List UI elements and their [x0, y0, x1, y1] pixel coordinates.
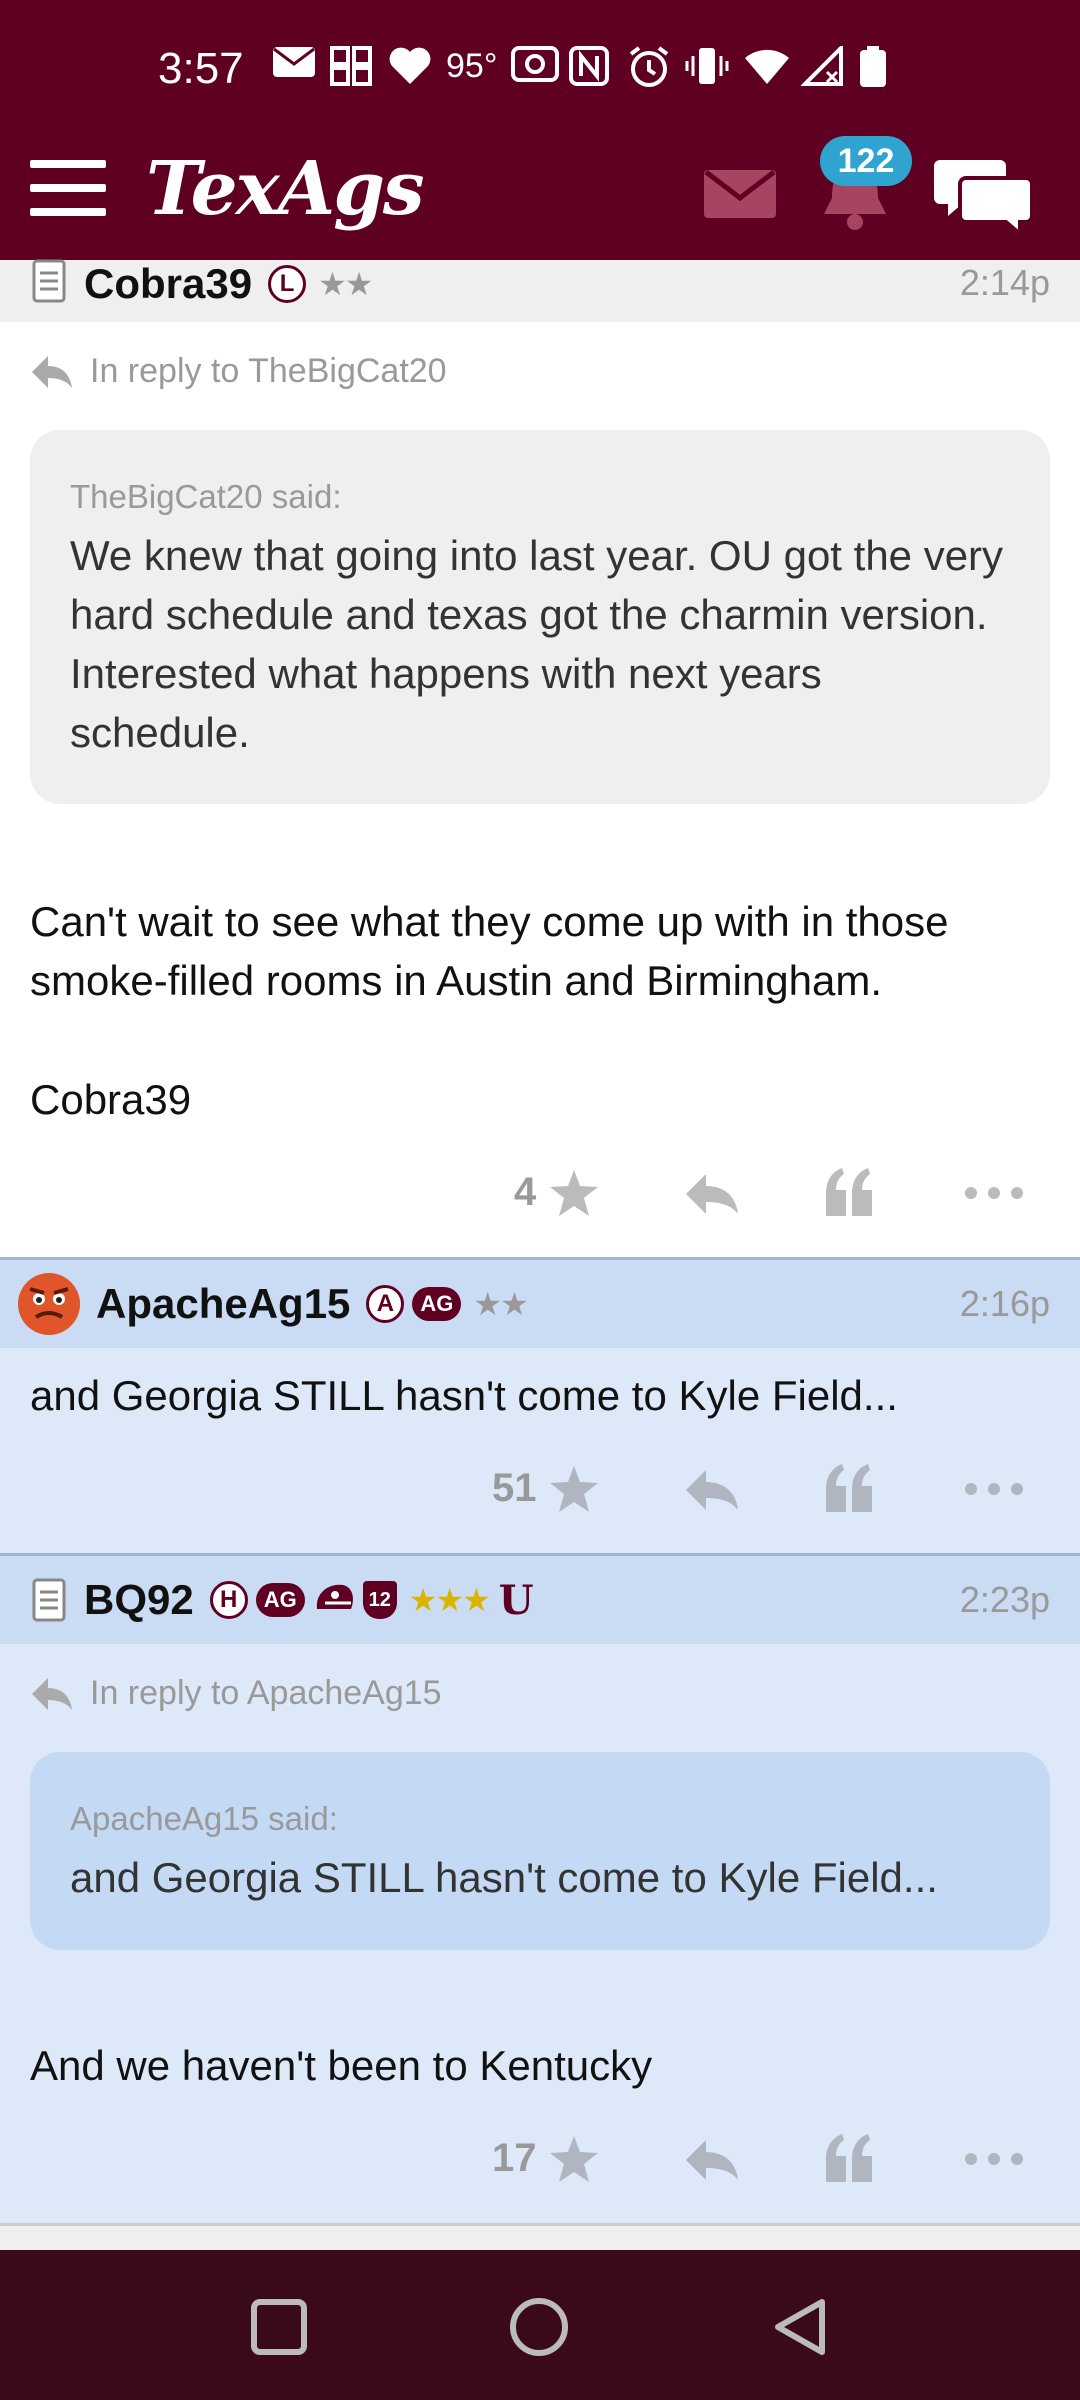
reply-reference[interactable]: In reply to ApacheAg15	[30, 1674, 442, 1713]
notification-count-badge: 122	[820, 136, 912, 186]
vote-count: 4	[514, 1170, 537, 1214]
quote-box: ApacheAg15 said: and Georgia STILL hasn'…	[30, 1752, 1050, 1950]
reply-to-label: In reply to ApacheAg15	[90, 1674, 442, 1712]
next-post-header	[0, 2223, 1080, 2250]
app-header: TexAgs 122	[0, 136, 1080, 260]
quote-box: TheBigCat20 said: We knew that going int…	[30, 430, 1050, 804]
forums-button[interactable]	[934, 150, 1034, 240]
ag-badge: AG	[255, 1583, 305, 1617]
post-header: ApacheAg15 A AG ★★ 2:16p	[0, 1260, 1080, 1348]
post-signature: Cobra39	[30, 1076, 192, 1123]
avatar[interactable]	[16, 1271, 82, 1337]
reply-to-label: In reply to TheBigCat20	[90, 352, 447, 390]
status-time: 3:57	[158, 44, 244, 93]
temperature: 95°	[446, 46, 498, 85]
menu-button[interactable]	[30, 160, 106, 220]
more-options-icon[interactable]	[964, 2152, 1024, 2166]
reply-icon[interactable]	[684, 1468, 740, 1512]
star-vote-icon[interactable]	[548, 1168, 600, 1218]
grid-icon	[330, 46, 374, 86]
username[interactable]: BQ92	[84, 1576, 194, 1624]
reply-icon[interactable]	[684, 2138, 740, 2182]
more-options-icon[interactable]	[964, 1186, 1024, 1200]
quote-icon[interactable]	[824, 2132, 874, 2184]
quote-icon[interactable]	[824, 1462, 874, 1514]
quote-text: We knew that going into last year. OU go…	[70, 532, 1004, 756]
battery-icon	[859, 46, 903, 87]
status-icons: 95°	[272, 43, 903, 87]
ag-badge: AG	[412, 1287, 462, 1321]
post-actions: 17	[0, 2114, 1080, 2204]
recent-apps-button[interactable]	[250, 2298, 308, 2356]
post-body: And we haven't been to Kentucky	[30, 2042, 653, 2089]
camera-icon	[511, 46, 560, 86]
notepad-icon	[32, 259, 66, 303]
post-time: 2:16p	[959, 1283, 1050, 1324]
mail-icon	[272, 46, 316, 86]
vote-count: 51	[492, 1466, 537, 1510]
block-u-icon: U	[498, 1576, 534, 1624]
username[interactable]: ApacheAg15	[96, 1280, 350, 1328]
helmet-icon	[316, 1584, 353, 1609]
star-rating: ★★★	[408, 1582, 491, 1618]
reply-icon[interactable]	[684, 1172, 740, 1216]
star-rating: ★★	[473, 1286, 528, 1322]
reply-arrow-icon	[32, 1677, 72, 1710]
status-bar: 3:57 95°	[0, 0, 1080, 142]
envelope-icon	[704, 170, 776, 218]
reply-arrow-icon	[32, 355, 72, 388]
vote-count: 17	[492, 2136, 537, 2180]
user-badge-h: H	[209, 1581, 248, 1619]
home-button[interactable]	[508, 2296, 570, 2358]
post-actions: 4	[0, 1148, 1080, 1238]
post-actions: 51	[0, 1444, 1080, 1534]
star-vote-icon[interactable]	[548, 2134, 600, 2184]
system-navigation-bar	[0, 2250, 1080, 2400]
star-vote-icon[interactable]	[548, 1464, 600, 1514]
username[interactable]: Cobra39	[84, 260, 252, 308]
alarm-icon	[627, 46, 671, 87]
vibrate-icon	[685, 46, 729, 86]
user-badge-l: L	[268, 265, 307, 303]
texags-logo[interactable]: TexAgs	[146, 146, 425, 232]
twelfth-man-shield-badge: 12	[362, 1581, 397, 1619]
post-body: Can't wait to see what they come up with…	[30, 898, 949, 1004]
user-badge-a: A	[366, 1285, 405, 1323]
more-options-icon[interactable]	[964, 1482, 1024, 1496]
wifi-icon	[743, 46, 790, 86]
post-header: BQ92 H AG 12 ★★★ U 2:23p	[0, 1556, 1080, 1644]
quote-author: ApacheAg15 said:	[70, 1800, 338, 1837]
post-body: and Georgia STILL hasn't come to Kyle Fi…	[30, 1372, 898, 1419]
notepad-icon	[32, 1578, 66, 1622]
quote-text: and Georgia STILL hasn't come to Kyle Fi…	[70, 1854, 938, 1901]
reply-reference[interactable]: In reply to TheBigCat20	[30, 352, 447, 391]
signal-icon	[800, 43, 845, 86]
post-time: 2:14p	[959, 262, 1050, 303]
heart-icon	[388, 46, 432, 86]
post-header: Cobra39 L ★★ 2:14p	[0, 259, 1080, 322]
star-rating: ★★	[318, 266, 373, 302]
nfc-icon	[569, 46, 613, 86]
quote-icon[interactable]	[824, 1166, 874, 1218]
post-time: 2:23p	[959, 1579, 1050, 1620]
messages-button[interactable]	[700, 164, 780, 224]
chat-bubbles-icon	[934, 160, 1034, 239]
back-button[interactable]	[770, 2296, 830, 2358]
quote-author: TheBigCat20 said:	[70, 478, 342, 515]
